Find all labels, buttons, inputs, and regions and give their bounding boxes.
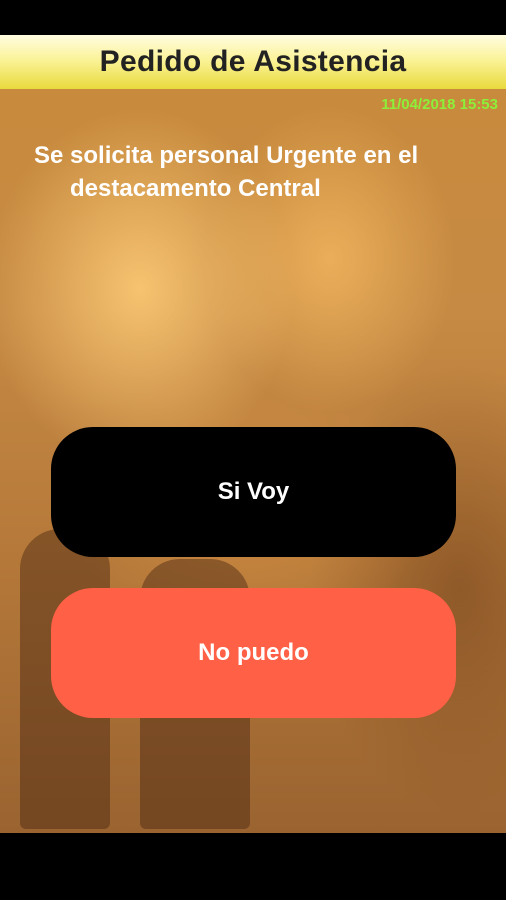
- no-puedo-button[interactable]: No puedo: [51, 588, 456, 718]
- app-screen: Pedido de Asistencia 11/04/2018 15:53 Se…: [0, 0, 506, 900]
- si-voy-button-label: Si Voy: [217, 478, 290, 505]
- status-bar: [0, 0, 506, 35]
- page-title: Pedido de Asistencia: [99, 45, 407, 78]
- navigation-bar: [0, 833, 506, 900]
- request-timestamp: 11/04/2018 15:53: [381, 96, 498, 113]
- request-message: Se solicita personal Urgente en el desta…: [34, 139, 484, 205]
- app-header: Pedido de Asistencia: [0, 35, 506, 89]
- si-voy-button[interactable]: Si Voy: [51, 427, 456, 557]
- request-message-line-2: destacamento Central: [70, 175, 321, 202]
- request-message-line-1: Se solicita personal Urgente en el: [34, 142, 419, 169]
- no-puedo-button-label: No puedo: [198, 639, 309, 666]
- fire-background: 11/04/2018 15:53 Se solicita personal Ur…: [0, 89, 506, 833]
